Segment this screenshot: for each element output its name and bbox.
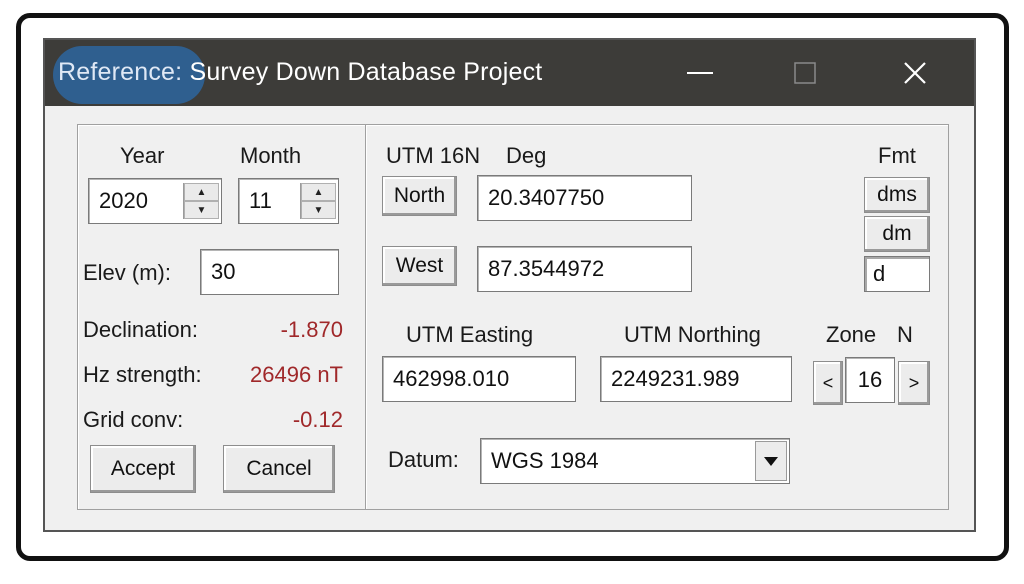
elev-field[interactable]: 30 xyxy=(200,249,339,295)
grid-conv-value: -0.12 xyxy=(292,407,343,432)
minimize-icon xyxy=(687,72,713,74)
utm-easting-value: 462998.010 xyxy=(393,366,510,391)
utm-easting-label: UTM Easting xyxy=(406,322,534,347)
dialog-client-area: Year Month 2020 ▲ ▼ 11 ▲ ▼ Elev (m): 30 xyxy=(45,106,974,530)
zone-prev-button[interactable]: < xyxy=(813,361,843,405)
month-spinner[interactable]: ▲ ▼ xyxy=(300,183,336,219)
utm-easting-field[interactable]: 462998.010 xyxy=(382,356,576,402)
maximize-button[interactable] xyxy=(765,40,845,106)
month-label: Month xyxy=(240,143,302,168)
title-bar: Reference: Survey Down Database Project xyxy=(45,40,974,106)
minimize-button[interactable] xyxy=(660,40,740,106)
utm-northing-value: 2249231.989 xyxy=(611,366,740,391)
spin-up-icon[interactable]: ▲ xyxy=(184,183,219,201)
grid-conv-label: Grid conv: xyxy=(83,407,184,432)
fmt-d-button[interactable]: d xyxy=(864,256,930,292)
hz-strength-value: 26496 nT xyxy=(250,362,343,387)
year-value: 2020 xyxy=(99,188,148,213)
longitude-field[interactable]: 87.3544972 xyxy=(477,246,692,292)
year-label: Year xyxy=(120,143,165,168)
year-spinner[interactable]: ▲ ▼ xyxy=(183,183,219,219)
title-rest: Survey Down Database Project xyxy=(182,58,543,86)
fmt-dm-button[interactable]: dm xyxy=(864,216,930,252)
zone-field[interactable]: 16 xyxy=(845,357,895,403)
spin-down-icon[interactable]: ▼ xyxy=(184,201,219,219)
hz-strength-label: Hz strength: xyxy=(83,362,202,387)
close-icon xyxy=(904,62,926,84)
datum-value: WGS 1984 xyxy=(491,448,599,473)
close-button[interactable] xyxy=(875,40,955,106)
longitude-value: 87.3544972 xyxy=(488,256,605,281)
datum-select[interactable]: WGS 1984 xyxy=(480,438,790,484)
magnetic-panel: Year Month 2020 ▲ ▼ 11 ▲ ▼ Elev (m): 30 xyxy=(77,124,366,510)
title-prefix: Reference: xyxy=(58,58,183,86)
month-field[interactable]: 11 ▲ ▼ xyxy=(238,178,339,224)
latitude-field[interactable]: 20.3407750 xyxy=(477,175,692,221)
year-field[interactable]: 2020 ▲ ▼ xyxy=(88,178,222,224)
accept-button[interactable]: Accept xyxy=(90,445,196,493)
utm-zone-label: UTM 16N xyxy=(386,143,481,168)
utm-northing-field[interactable]: 2249231.989 xyxy=(600,356,792,402)
utm-northing-label: UTM Northing xyxy=(624,322,761,347)
zone-next-button[interactable]: > xyxy=(898,361,930,405)
month-value: 11 xyxy=(249,188,272,213)
coordinates-panel: UTM 16N Deg Fmt North 20.3407750 dms dm … xyxy=(365,124,949,510)
spin-down-icon[interactable]: ▼ xyxy=(301,201,336,219)
fmt-dms-button[interactable]: dms xyxy=(864,177,930,213)
datum-dropdown-button[interactable] xyxy=(755,441,787,481)
spin-up-icon[interactable]: ▲ xyxy=(301,183,336,201)
declination-label: Declination: xyxy=(83,317,198,342)
elev-value: 30 xyxy=(211,259,236,284)
deg-label: Deg xyxy=(506,143,547,168)
datum-label: Datum: xyxy=(388,447,459,472)
maximize-icon xyxy=(794,62,816,84)
zone-value: 16 xyxy=(857,367,883,392)
window-title: Reference: Survey Down Database Project xyxy=(58,58,542,87)
reference-dialog: Reference: Survey Down Database Project … xyxy=(43,38,976,532)
zone-label: Zone xyxy=(826,322,877,347)
declination-value: -1.870 xyxy=(280,317,343,342)
cancel-button[interactable]: Cancel xyxy=(223,445,335,493)
fmt-label: Fmt xyxy=(878,143,916,168)
elev-label: Elev (m): xyxy=(83,260,171,285)
hemisphere-label: N xyxy=(897,322,913,347)
latitude-value: 20.3407750 xyxy=(488,185,605,210)
north-button[interactable]: North xyxy=(382,176,457,216)
west-button[interactable]: West xyxy=(382,246,457,286)
chevron-down-icon xyxy=(764,456,778,466)
